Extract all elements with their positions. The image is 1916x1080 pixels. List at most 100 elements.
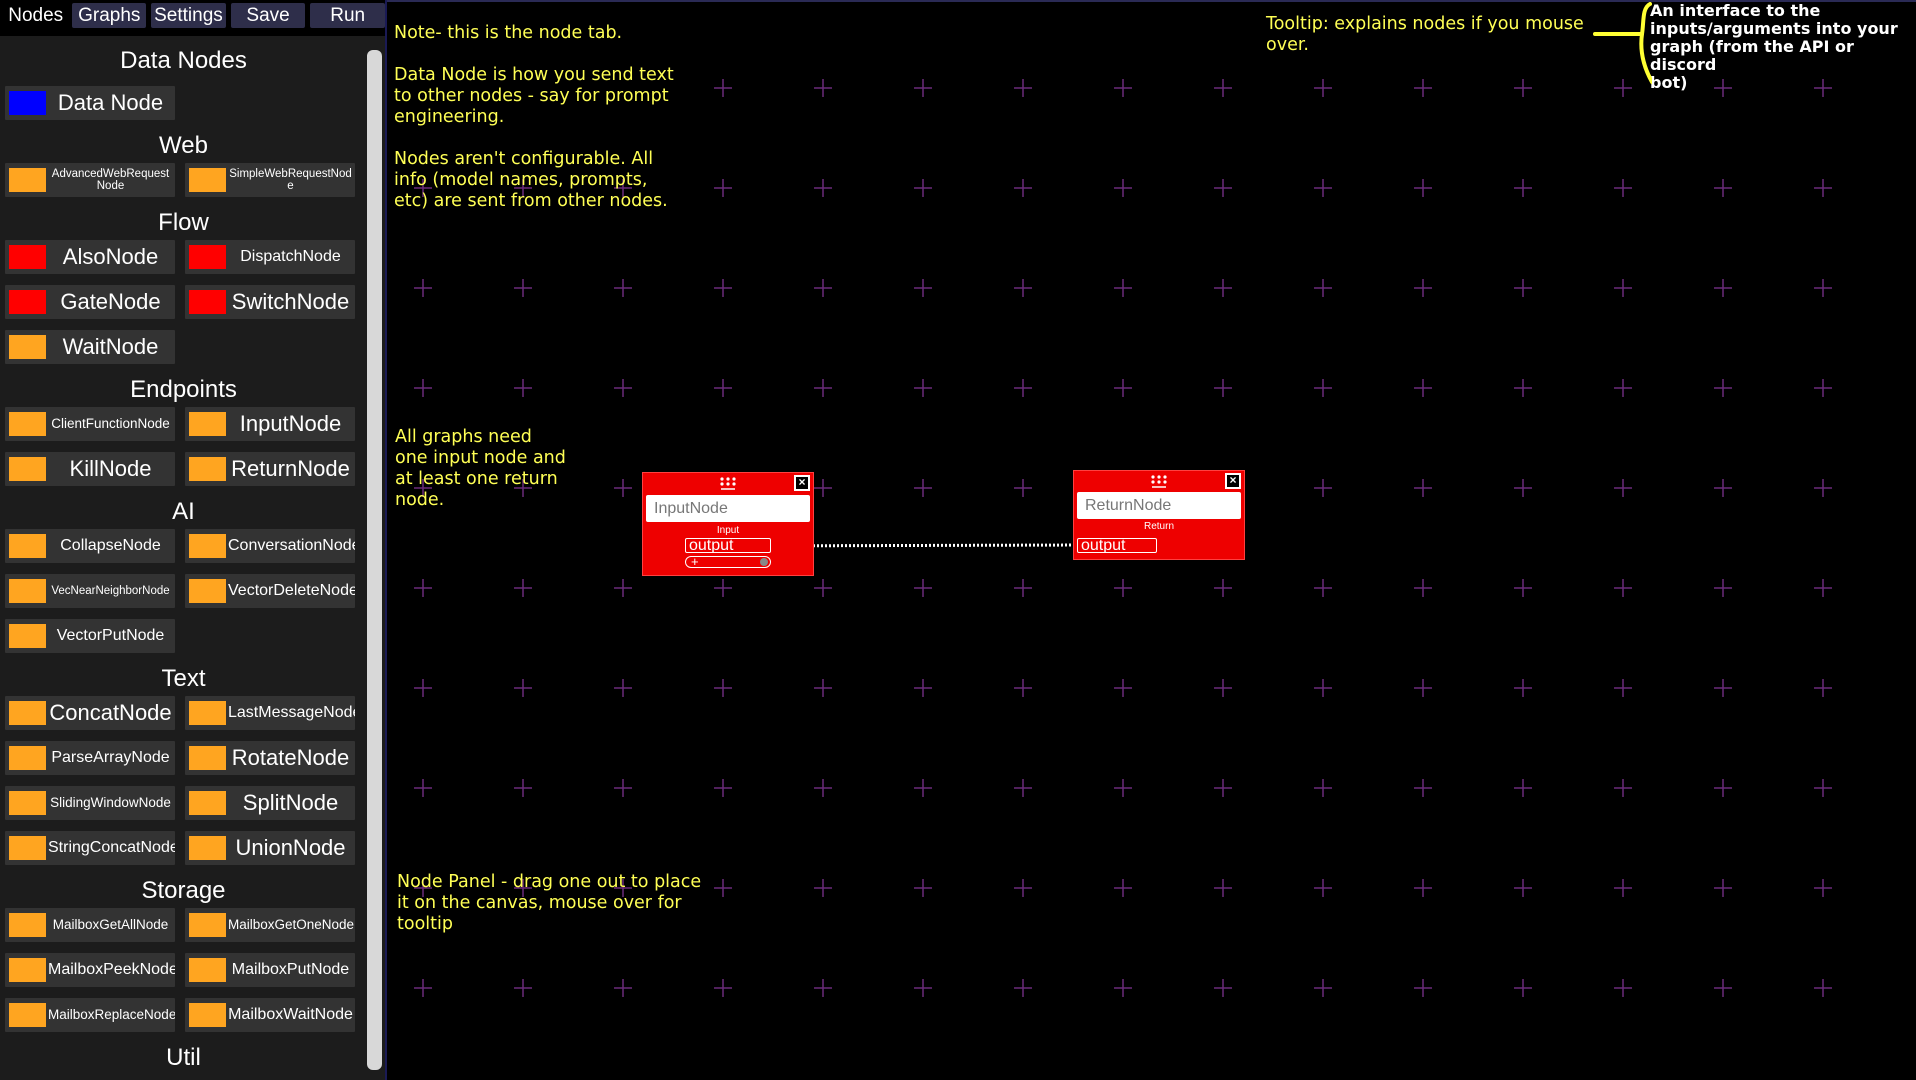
graph-canvas[interactable]: Note- this is the node tab. Data Node is… bbox=[387, 0, 1916, 1080]
node-button-label: MailboxWaitNode bbox=[228, 1006, 353, 1023]
save-button[interactable]: Save bbox=[230, 3, 306, 28]
run-button[interactable]: Run bbox=[310, 3, 385, 28]
node-button-alsonode[interactable]: AlsoNode bbox=[5, 240, 175, 274]
node-color-swatch bbox=[9, 245, 46, 269]
node-color-swatch bbox=[9, 534, 46, 558]
node-button-conversationnode[interactable]: ConversationNode bbox=[185, 529, 355, 563]
node-button-stringconcatnode[interactable]: StringConcatNode bbox=[5, 831, 175, 865]
node-color-swatch bbox=[189, 579, 226, 603]
node-button-mailboxreplacenode[interactable]: MailboxReplaceNode bbox=[5, 998, 175, 1032]
note-graphs-need: All graphs need one input node and at le… bbox=[395, 427, 566, 510]
node-button-label: UnionNode bbox=[235, 836, 346, 860]
node-button-label: DispatchNode bbox=[240, 248, 341, 265]
node-button-switchnode[interactable]: SwitchNode bbox=[185, 285, 355, 319]
category-title-ai: AI bbox=[172, 498, 195, 525]
node-button-label: LastMessageNode bbox=[228, 704, 355, 721]
node-button-unionnode[interactable]: UnionNode bbox=[185, 831, 355, 865]
node-button-vectordeletenode[interactable]: VectorDeleteNode bbox=[185, 574, 355, 608]
node-button-label: MailboxPutNode bbox=[231, 961, 350, 978]
node-button-advancedwebrequestnode[interactable]: AdvancedWebRequestNode bbox=[5, 163, 175, 197]
node-button-inputnode[interactable]: InputNode bbox=[185, 407, 355, 441]
node-button-slidingwindownode[interactable]: SlidingWindowNode bbox=[5, 786, 175, 820]
add-port-label: + bbox=[691, 554, 699, 569]
node-color-swatch bbox=[189, 290, 226, 314]
node-button-data-node[interactable]: Data Node bbox=[5, 86, 175, 120]
node-button-label: ConversationNode bbox=[228, 537, 355, 554]
node-button-clientfunctionnode[interactable]: ClientFunctionNode bbox=[5, 407, 175, 441]
node-color-swatch bbox=[9, 335, 46, 359]
node-button-waitnode[interactable]: WaitNode bbox=[5, 330, 175, 364]
node-color-swatch bbox=[9, 746, 46, 770]
return-node-input-port[interactable]: output bbox=[1077, 538, 1157, 553]
category-title-flow: Flow bbox=[158, 209, 209, 236]
node-button-label: ConcatNode bbox=[49, 701, 172, 725]
annotation-bracket bbox=[1593, 2, 1652, 84]
node-button-collapsenode[interactable]: CollapseNode bbox=[5, 529, 175, 563]
node-color-swatch bbox=[189, 958, 226, 982]
node-color-swatch bbox=[189, 701, 226, 725]
category-grid-data-nodes: Data Node bbox=[0, 86, 367, 120]
node-color-swatch bbox=[189, 1003, 226, 1027]
node-button-gatenode[interactable]: GateNode bbox=[5, 285, 175, 319]
node-button-label: MailboxPeekNode bbox=[48, 961, 175, 978]
node-button-lastmessagenode[interactable]: LastMessageNode bbox=[185, 696, 355, 730]
category-title-storage: Storage bbox=[141, 877, 226, 904]
node-button-mailboxgetonenode[interactable]: MailboxGetOneNode bbox=[185, 908, 355, 942]
node-color-swatch bbox=[9, 1003, 46, 1027]
node-button-vectorputnode[interactable]: VectorPutNode bbox=[5, 619, 175, 653]
node-button-mailboxputnode[interactable]: MailboxPutNode bbox=[185, 953, 355, 987]
return-node-type: Return bbox=[1143, 521, 1174, 532]
tab-nodes[interactable]: Nodes bbox=[4, 3, 68, 28]
node-button-label: ClientFunctionNode bbox=[51, 416, 170, 431]
node-color-swatch bbox=[189, 245, 226, 269]
tab-settings[interactable]: Settings bbox=[151, 3, 226, 28]
node-button-dispatchnode[interactable]: DispatchNode bbox=[185, 240, 355, 274]
top-nav: Nodes Graphs Settings Save Run bbox=[0, 0, 385, 31]
node-button-simplewebrequestnode[interactable]: SimpleWebRequestNode bbox=[185, 163, 355, 197]
node-button-concatnode[interactable]: ConcatNode bbox=[5, 696, 175, 730]
add-port-button[interactable]: + bbox=[685, 554, 771, 569]
node-color-swatch bbox=[9, 913, 46, 937]
port-connector-icon[interactable] bbox=[760, 558, 768, 566]
node-color-swatch bbox=[9, 836, 46, 860]
node-button-label: MailboxReplaceNode bbox=[48, 1007, 175, 1022]
node-button-vecnearneighbornode[interactable]: VecNearNeighborNode bbox=[5, 574, 175, 608]
node-button-label: AlsoNode bbox=[62, 245, 159, 269]
node-button-label: VectorPutNode bbox=[56, 627, 165, 644]
node-button-label: SplitNode bbox=[242, 791, 339, 815]
node-button-label: WaitNode bbox=[62, 335, 159, 359]
graph-node-input[interactable]: × InputNode Input output + bbox=[642, 472, 814, 576]
category-grid-storage: MailboxGetAllNode MailboxGetOneNode Mailbo… bbox=[0, 908, 367, 1032]
node-button-parsearraynode[interactable]: ParseArrayNode bbox=[5, 741, 175, 775]
close-icon[interactable]: × bbox=[1225, 473, 1241, 489]
node-color-swatch bbox=[189, 791, 226, 815]
graph-node-return[interactable]: × ReturnNode Return output bbox=[1073, 470, 1245, 560]
return-node-name: ReturnNode bbox=[1077, 492, 1241, 519]
node-button-killnode[interactable]: KillNode bbox=[5, 452, 175, 486]
node-button-mailboxwaitnode[interactable]: MailboxWaitNode bbox=[185, 998, 355, 1032]
node-button-label: MailboxGetAllNode bbox=[52, 917, 169, 932]
input-node-output-port[interactable]: output bbox=[685, 538, 771, 553]
node-button-splitnode[interactable]: SplitNode bbox=[185, 786, 355, 820]
node-button-rotatenode[interactable]: RotateNode bbox=[185, 741, 355, 775]
node-button-label: MailboxGetOneNode bbox=[228, 917, 355, 932]
node-color-swatch bbox=[189, 746, 226, 770]
node-color-swatch bbox=[9, 168, 46, 192]
category-grid-flow: AlsoNode DispatchNode GateNode SwitchNode Wa… bbox=[0, 240, 367, 364]
note-interface: An interface to the inputs/arguments int… bbox=[1650, 1, 1898, 92]
drag-handle-icon[interactable] bbox=[1150, 474, 1168, 490]
close-icon[interactable]: × bbox=[794, 475, 810, 491]
node-button-mailboxgetallnode[interactable]: MailboxGetAllNode bbox=[5, 908, 175, 942]
node-color-swatch bbox=[189, 836, 226, 860]
node-button-mailboxpeeknode[interactable]: MailboxPeekNode bbox=[5, 953, 175, 987]
drag-handle-icon[interactable] bbox=[719, 476, 737, 492]
category-grid-endpoints: ClientFunctionNode InputNode KillNode Retur… bbox=[0, 407, 367, 486]
note-tooltip: Tooltip: explains nodes if you mouse ove… bbox=[1266, 14, 1584, 55]
node-button-label: ReturnNode bbox=[231, 457, 350, 481]
node-panel-scrollbar[interactable] bbox=[367, 50, 382, 1070]
node-color-swatch bbox=[9, 412, 46, 436]
node-button-returnnode[interactable]: ReturnNode bbox=[185, 452, 355, 486]
node-button-label: SimpleWebRequestNode bbox=[229, 167, 352, 192]
tab-graphs[interactable]: Graphs bbox=[72, 3, 147, 28]
node-color-swatch bbox=[189, 412, 226, 436]
